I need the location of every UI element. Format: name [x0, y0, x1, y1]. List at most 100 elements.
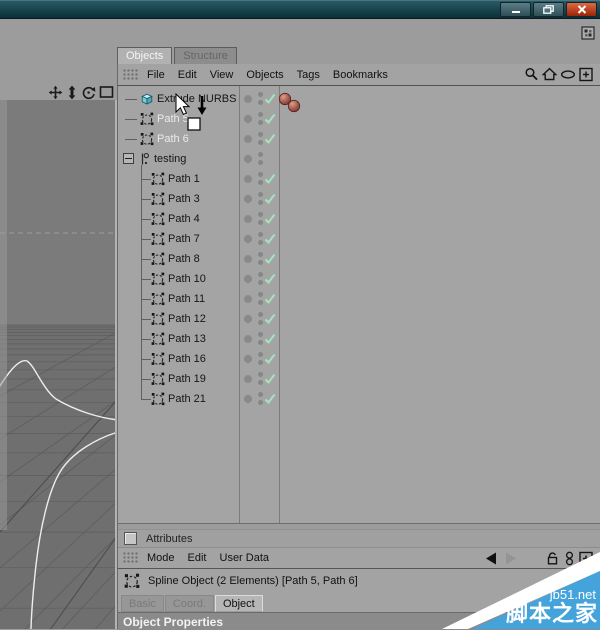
- viewport-canvas[interactable]: [0, 100, 117, 629]
- activation-dot[interactable]: [244, 255, 252, 263]
- object-name[interactable]: Path 5: [157, 113, 189, 125]
- menu-item-edit[interactable]: Edit: [188, 552, 207, 564]
- object-name[interactable]: Path 10: [168, 273, 206, 285]
- snapshot-icon[interactable]: [564, 551, 575, 566]
- render-visibility-dot[interactable]: [258, 260, 263, 265]
- render-visibility-dot[interactable]: [258, 100, 263, 105]
- enabled-checkmark-icon[interactable]: [264, 313, 276, 325]
- lock-icon[interactable]: [545, 551, 560, 566]
- render-visibility-dot[interactable]: [258, 180, 263, 185]
- new-panel-icon[interactable]: [579, 67, 593, 82]
- enabled-checkmark-icon[interactable]: [264, 213, 276, 225]
- maximize-view-icon[interactable]: [99, 85, 114, 99]
- tab-object[interactable]: Object: [214, 595, 263, 612]
- home-icon[interactable]: [541, 67, 558, 82]
- activation-dot[interactable]: [244, 95, 252, 103]
- tab-basic[interactable]: Basic: [121, 595, 164, 612]
- object-name[interactable]: Path 13: [168, 333, 206, 345]
- editor-visibility-dot[interactable]: [258, 352, 263, 357]
- tree-row-path-5[interactable]: Path 5: [118, 109, 600, 129]
- viewport-panel[interactable]: [0, 83, 117, 629]
- grip-handle-icon[interactable]: [123, 552, 139, 564]
- move-icon[interactable]: [48, 85, 63, 100]
- tree-row-extrude-nurbs[interactable]: Extrude NURBS: [118, 89, 600, 109]
- tree-row-path-13[interactable]: Path 13: [118, 329, 600, 349]
- render-visibility-dot[interactable]: [258, 320, 263, 325]
- activation-dot[interactable]: [244, 155, 252, 163]
- tree-row-path-12[interactable]: Path 12: [118, 309, 600, 329]
- object-name[interactable]: Path 16: [168, 353, 206, 365]
- render-visibility-dot[interactable]: [258, 300, 263, 305]
- editor-visibility-dot[interactable]: [258, 192, 263, 197]
- tree-row-path-21[interactable]: Path 21: [118, 389, 600, 409]
- editor-visibility-dot[interactable]: [258, 152, 263, 157]
- scale-icon[interactable]: [66, 85, 78, 100]
- layout-panel-icon[interactable]: [581, 26, 595, 40]
- object-name[interactable]: Path 21: [168, 393, 206, 405]
- render-visibility-dot[interactable]: [258, 120, 263, 125]
- render-visibility-dot[interactable]: [258, 160, 263, 165]
- forward-icon[interactable]: [503, 551, 519, 566]
- tree-row-path-8[interactable]: Path 8: [118, 249, 600, 269]
- editor-visibility-dot[interactable]: [258, 392, 263, 397]
- tab-coord[interactable]: Coord.: [164, 595, 214, 612]
- render-visibility-dot[interactable]: [258, 400, 263, 405]
- editor-visibility-dot[interactable]: [258, 172, 263, 177]
- render-visibility-dot[interactable]: [258, 200, 263, 205]
- enabled-checkmark-icon[interactable]: [264, 193, 276, 205]
- enabled-checkmark-icon[interactable]: [264, 373, 276, 385]
- menu-item-file[interactable]: File: [147, 69, 165, 81]
- enabled-checkmark-icon[interactable]: [264, 173, 276, 185]
- activation-dot[interactable]: [244, 275, 252, 283]
- editor-visibility-dot[interactable]: [258, 232, 263, 237]
- object-name[interactable]: Path 8: [168, 253, 200, 265]
- activation-dot[interactable]: [244, 195, 252, 203]
- editor-visibility-dot[interactable]: [258, 272, 263, 277]
- tree-row-path-4[interactable]: Path 4: [118, 209, 600, 229]
- editor-visibility-dot[interactable]: [258, 372, 263, 377]
- tab-structure[interactable]: Structure: [174, 47, 237, 64]
- menu-item-tags[interactable]: Tags: [297, 69, 320, 81]
- enabled-checkmark-icon[interactable]: [264, 273, 276, 285]
- tree-row-path-16[interactable]: Path 16: [118, 349, 600, 369]
- menu-item-edit[interactable]: Edit: [178, 69, 197, 81]
- search-icon[interactable]: [524, 67, 539, 82]
- tree-row-path-6[interactable]: Path 6: [118, 129, 600, 149]
- tree-row-testing[interactable]: testing: [118, 149, 600, 169]
- new-panel-icon[interactable]: [579, 551, 593, 566]
- object-name[interactable]: testing: [154, 153, 186, 165]
- tree-row-path-3[interactable]: Path 3: [118, 189, 600, 209]
- render-visibility-dot[interactable]: [258, 140, 263, 145]
- collapse-expander-icon[interactable]: [123, 153, 134, 164]
- object-name[interactable]: Path 11: [168, 293, 205, 305]
- enabled-checkmark-icon[interactable]: [264, 333, 276, 345]
- tree-row-path-7[interactable]: Path 7: [118, 229, 600, 249]
- activation-dot[interactable]: [244, 355, 252, 363]
- editor-visibility-dot[interactable]: [258, 92, 263, 97]
- minimize-button[interactable]: [500, 2, 531, 17]
- enabled-checkmark-icon[interactable]: [264, 133, 276, 145]
- object-name[interactable]: Path 3: [168, 193, 200, 205]
- menu-item-view[interactable]: View: [210, 69, 234, 81]
- restore-button[interactable]: [533, 2, 564, 17]
- activation-dot[interactable]: [244, 395, 252, 403]
- rotate-icon[interactable]: [81, 85, 96, 100]
- activation-dot[interactable]: [244, 175, 252, 183]
- object-tree[interactable]: Extrude NURBS Path 5 Path 6 testing Path 1 Pa…: [117, 86, 600, 524]
- object-name[interactable]: Extrude NURBS: [157, 93, 236, 105]
- object-name[interactable]: Path 7: [168, 233, 200, 245]
- menu-item-bookmarks[interactable]: Bookmarks: [333, 69, 388, 81]
- attributes-pin-checkbox[interactable]: [124, 532, 137, 545]
- editor-visibility-dot[interactable]: [258, 312, 263, 317]
- window-titlebar[interactable]: [0, 0, 600, 19]
- menu-item-user-data[interactable]: User Data: [220, 552, 270, 564]
- render-visibility-dot[interactable]: [258, 360, 263, 365]
- editor-visibility-dot[interactable]: [258, 212, 263, 217]
- tree-row-path-10[interactable]: Path 10: [118, 269, 600, 289]
- editor-visibility-dot[interactable]: [258, 292, 263, 297]
- render-visibility-dot[interactable]: [258, 240, 263, 245]
- tree-row-path-1[interactable]: Path 1: [118, 169, 600, 189]
- activation-dot[interactable]: [244, 215, 252, 223]
- object-name[interactable]: Path 6: [157, 133, 189, 145]
- activation-dot[interactable]: [244, 375, 252, 383]
